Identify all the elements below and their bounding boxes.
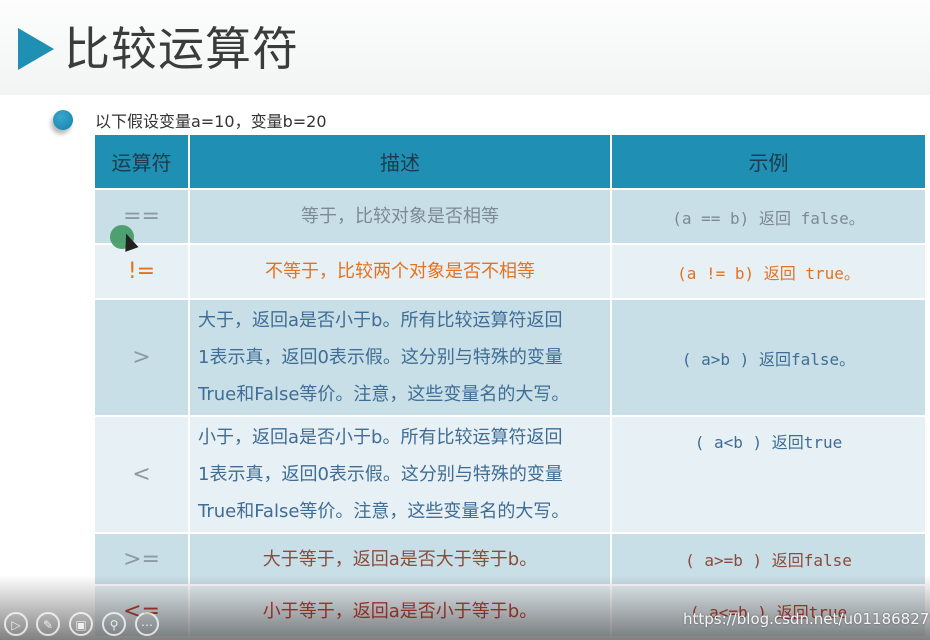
- example-cell: ( a<b ) 返回true: [610, 415, 927, 534]
- table-row: > 大于，返回a是否小于b。所有比较运算符返回 1表示真，返回0表示假。这分别与…: [93, 298, 927, 417]
- table-row: >= 大于等于，返回a是否大于等于b。 ( a>=b ) 返回false: [93, 532, 927, 586]
- example-cell: (a == b) 返回 false。: [610, 188, 927, 245]
- operator-cell: ==: [93, 188, 190, 245]
- intro-text: 以下假设变量a=10，变量b=20: [95, 112, 327, 131]
- pen-icon[interactable]: ✎: [36, 612, 60, 636]
- operator-cell: >: [93, 298, 190, 417]
- title-arrow-icon: [18, 28, 54, 70]
- bullet-icon: [53, 110, 73, 130]
- slide-title: 比较运算符: [64, 22, 299, 76]
- description-line: 1表示真，返回0表示假。这分别与特殊的变量: [198, 347, 563, 368]
- header-example: 示例: [610, 133, 927, 190]
- description-cell: 等于，比较对象是否相等: [188, 188, 612, 245]
- description-line: 1表示真，返回0表示假。这分别与特殊的变量: [198, 464, 563, 485]
- comparison-operators-table: 运算符 描述 示例 == 等于，比较对象是否相等 (a == b) 返回 fal…: [93, 133, 927, 638]
- example-cell: (a != b) 返回 true。: [610, 243, 927, 300]
- table-row: == 等于，比较对象是否相等 (a == b) 返回 false。: [93, 188, 927, 245]
- description-cell: 大于，返回a是否小于b。所有比较运算符返回 1表示真，返回0表示假。这分别与特殊…: [188, 298, 612, 417]
- table-row: != 不等于，比较两个对象是否不相等 (a != b) 返回 true。: [93, 243, 927, 300]
- description-cell: 大于等于，返回a是否大于等于b。: [188, 532, 612, 586]
- more-icon[interactable]: ⋯: [135, 612, 159, 636]
- table-row: < 小于，返回a是否小于b。所有比较运算符返回 1表示真，返回0表示假。这分别与…: [93, 415, 927, 534]
- header-operator: 运算符: [93, 133, 190, 190]
- watermark: https://blog.csdn.net/u011868279: [683, 610, 930, 628]
- example-cell: ( a>b ) 返回false。: [610, 298, 927, 417]
- description-line: 小于，返回a是否小于b。所有比较运算符返回: [198, 427, 563, 448]
- play-icon[interactable]: ▷: [4, 612, 28, 636]
- operator-cell: <: [93, 415, 190, 534]
- example-cell: ( a>=b ) 返回false: [610, 532, 927, 586]
- description-cell: 小于等于，返回a是否小于等于b。: [188, 584, 612, 638]
- description-line: True和False等价。注意，这些变量名的大写。: [198, 384, 570, 405]
- description-cell: 小于，返回a是否小于b。所有比较运算符返回 1表示真，返回0表示假。这分别与特殊…: [188, 415, 612, 534]
- operator-cell: !=: [93, 243, 190, 300]
- operator-cell: >=: [93, 532, 190, 586]
- description-line: True和False等价。注意，这些变量名的大写。: [198, 501, 570, 522]
- header-description: 描述: [188, 133, 612, 190]
- table-header-row: 运算符 描述 示例: [93, 133, 927, 190]
- screens-icon[interactable]: ▣: [69, 612, 93, 636]
- description-cell: 不等于，比较两个对象是否不相等: [188, 243, 612, 300]
- description-line: 大于，返回a是否小于b。所有比较运算符返回: [198, 310, 563, 331]
- zoom-icon[interactable]: ⚲: [102, 612, 126, 636]
